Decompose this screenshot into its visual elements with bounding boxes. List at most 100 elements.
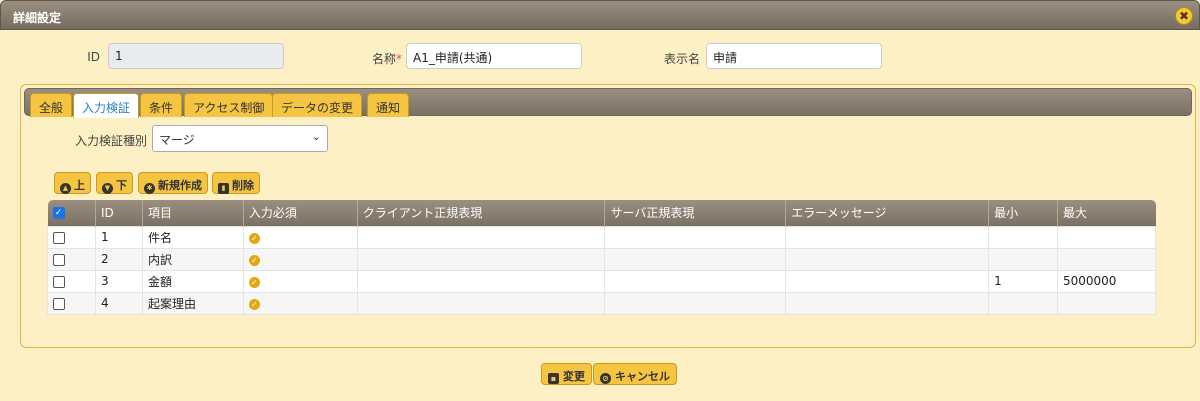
table-header-row: ✓ ID 項目 入力必須 クライアント正規表現 サーバ正規表現 エラーメッセージ… [47, 200, 1156, 226]
display-name-label: 表示名 [663, 52, 700, 66]
cell-error-message [785, 291, 990, 315]
arrow-up-icon: ▲ [60, 183, 71, 194]
col-required: 入力必須 [243, 200, 358, 226]
check-circle-icon: ✓ [248, 233, 260, 244]
row-checkbox[interactable] [53, 253, 65, 266]
cell-min: 1 [988, 269, 1058, 293]
row-checkbox[interactable] [53, 275, 65, 288]
id-field[interactable]: 1 [108, 43, 284, 69]
col-client-regex: クライアント正規表現 [357, 200, 606, 226]
tab-bar: 全般 入力検証 条件 アクセス制御 データの変更 通知 [24, 88, 1192, 118]
tab-panel: 全般 入力検証 条件 アクセス制御 データの変更 通知 入力検証種別 マージ ⌄… [20, 84, 1196, 348]
cell-server-regex [604, 225, 787, 249]
validation-table: ✓ ID 項目 入力必須 クライアント正規表現 サーバ正規表現 エラーメッセージ… [47, 200, 1156, 315]
cell-min [988, 247, 1058, 271]
change-label: 変更 [563, 370, 585, 383]
table-row[interactable]: 4 起案理由 ✓ [47, 291, 1156, 315]
cell-max [1057, 225, 1156, 249]
name-label: 名称* [340, 50, 402, 67]
cell-error-message [785, 247, 990, 271]
cell-server-regex [604, 269, 787, 293]
tab-data-change[interactable]: データの変更 [272, 93, 363, 117]
change-button[interactable]: ▪ 変更 [541, 363, 592, 385]
cell-error-message [785, 225, 990, 249]
name-label-text: 名称 [371, 52, 396, 66]
select-all-checkbox[interactable]: ✓ [52, 207, 65, 220]
dialog-title: 詳細設定 [13, 11, 62, 25]
col-item: 項目 [142, 200, 244, 226]
table-row[interactable]: 2 内訳 ✓ [47, 247, 1156, 271]
move-up-label: 上 [74, 179, 85, 192]
row-select[interactable] [47, 291, 96, 315]
cell-id: 4 [94, 291, 143, 315]
close-icon[interactable]: ✖ [1175, 7, 1193, 25]
gear-icon: ✱ [144, 183, 155, 194]
cell-client-regex [356, 225, 606, 249]
arrow-down-icon: ▼ [102, 183, 113, 194]
table-row[interactable]: 1 件名 ✓ [47, 225, 1156, 249]
cell-required: ✓ [242, 269, 358, 293]
col-error-message: エラーメッセージ [785, 200, 990, 226]
check-circle-icon: ✓ [248, 255, 260, 266]
validation-type-value: マージ [159, 133, 195, 147]
cancel-label: キャンセル [615, 370, 670, 383]
chevron-down-icon: ⌄ [311, 130, 321, 143]
new-button[interactable]: ✱ 新規作成 [138, 172, 208, 194]
cell-server-regex [604, 291, 787, 315]
row-checkbox[interactable] [53, 297, 65, 310]
delete-button[interactable]: ▮ 削除 [212, 172, 260, 194]
cancel-button[interactable]: ⊘ キャンセル [593, 363, 677, 385]
cell-client-regex [356, 269, 606, 293]
check-circle-icon: ✓ [248, 277, 260, 288]
row-select[interactable] [47, 247, 96, 271]
name-field[interactable]: A1_申請(共通) [406, 43, 582, 69]
cell-error-message [785, 269, 990, 293]
col-max: 最大 [1057, 200, 1156, 226]
check-circle-icon: ✓ [248, 299, 260, 310]
tab-conditions[interactable]: 条件 [140, 93, 183, 117]
validation-type-select[interactable]: マージ ⌄ [152, 125, 328, 152]
new-label: 新規作成 [158, 179, 202, 192]
cell-item: 内訳 [141, 247, 244, 271]
move-down-label: 下 [116, 179, 127, 192]
cell-max [1057, 247, 1156, 271]
row-checkbox[interactable] [53, 231, 65, 244]
cell-server-regex [604, 247, 787, 271]
cell-id: 1 [94, 225, 143, 249]
row-select[interactable] [47, 225, 96, 249]
dialog-titlebar: 詳細設定 ✖ [0, 0, 1200, 30]
required-mark: * [396, 52, 402, 66]
select-all-header[interactable]: ✓ [47, 200, 96, 226]
move-down-button[interactable]: ▼ 下 [96, 172, 133, 194]
cell-item: 金額 [141, 269, 244, 293]
cell-min [988, 225, 1058, 249]
cell-item: 件名 [141, 225, 244, 249]
tab-validation[interactable]: 入力検証 [73, 93, 140, 118]
col-id: ID [95, 200, 143, 226]
delete-label: 削除 [232, 179, 254, 192]
cell-id: 2 [94, 247, 143, 271]
cell-required: ✓ [242, 291, 358, 315]
tab-access-control[interactable]: アクセス制御 [184, 93, 274, 117]
id-label: ID [87, 50, 100, 64]
tab-general[interactable]: 全般 [30, 93, 73, 117]
col-server-regex: サーバ正規表現 [604, 200, 787, 226]
display-name-field[interactable]: 申請 [706, 43, 882, 69]
cell-max: 5000000 [1057, 269, 1156, 293]
col-min: 最小 [988, 200, 1058, 226]
move-up-button[interactable]: ▲ 上 [54, 172, 91, 194]
validation-type-label: 入力検証種別 [74, 134, 147, 148]
tab-notification[interactable]: 通知 [367, 93, 410, 117]
cell-required: ✓ [242, 247, 358, 271]
cell-client-regex [356, 291, 606, 315]
cell-max [1057, 291, 1156, 315]
trash-icon: ▮ [218, 183, 229, 194]
cell-required: ✓ [242, 225, 358, 249]
save-icon: ▪ [548, 373, 559, 384]
table-row[interactable]: 3 金額 ✓ 1 5000000 [47, 269, 1156, 293]
row-select[interactable] [47, 269, 96, 293]
cell-client-regex [356, 247, 606, 271]
cell-min [988, 291, 1058, 315]
cell-id: 3 [94, 269, 143, 293]
cell-item: 起案理由 [141, 291, 244, 315]
